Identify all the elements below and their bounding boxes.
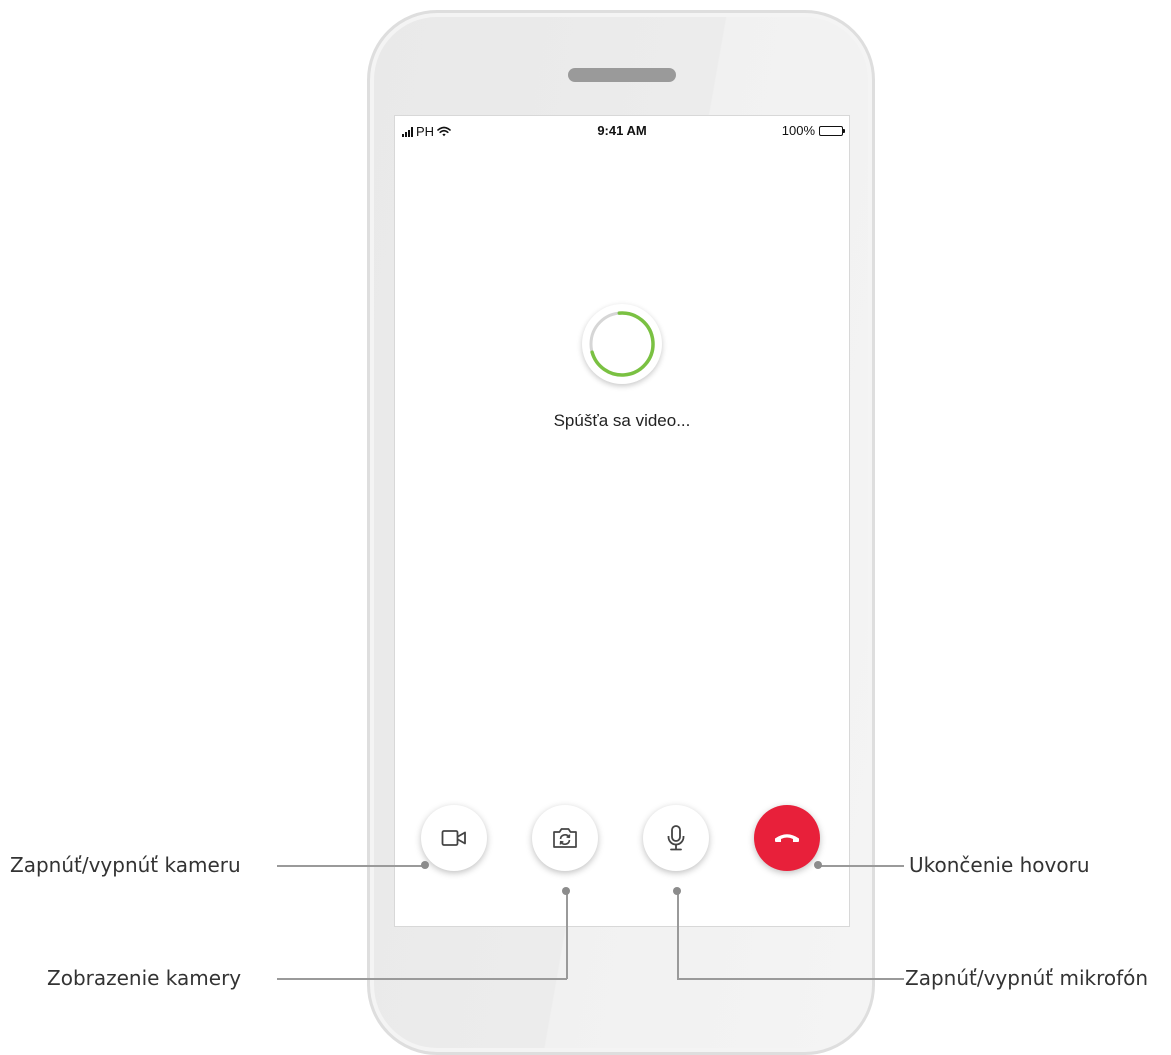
camera-switch-button[interactable] [532,805,598,871]
callout-dot-end-call [814,861,822,869]
spinner-ring [589,311,655,377]
callout-line-mic-h [677,978,904,980]
callout-camera-toggle: Zapnúť/vypnúť kameru [10,853,241,877]
camera-switch-icon [553,828,577,848]
battery-icon [819,125,845,136]
phone-hangup-icon [775,834,799,842]
callout-mic-toggle: Zapnúť/vypnúť mikrofón [905,966,1149,990]
status-bar: PH 9:41 AM 100% [395,116,849,142]
phone-screen: PH 9:41 AM 100% Spúšťa sa video... [394,115,850,927]
loading-text: Spúšťa sa video... [553,411,691,430]
callout-camera-view: Zobrazenie kamery [47,966,242,990]
battery-percent: 100% [781,123,815,138]
callout-line-camera-view-h [277,978,567,980]
callout-dot-mic [673,887,681,895]
end-call-button[interactable] [754,805,820,871]
mic-toggle-button[interactable] [643,805,709,871]
callout-line-mic-v [677,891,679,979]
phone-speaker [568,68,676,82]
callout-dot-camera-view [562,887,570,895]
callout-dot-camera-toggle [421,861,429,869]
microphone-icon [667,825,685,851]
callout-end-call: Ukončenie hovoru [909,853,1090,877]
status-right: 100% [781,123,845,138]
callout-line-end-call [818,865,904,867]
callout-line-camera-view-v [566,891,568,979]
camera-toggle-button[interactable] [421,805,487,871]
callout-line-camera-toggle [277,865,425,867]
loading-spinner [582,304,662,384]
video-camera-icon [441,830,466,846]
